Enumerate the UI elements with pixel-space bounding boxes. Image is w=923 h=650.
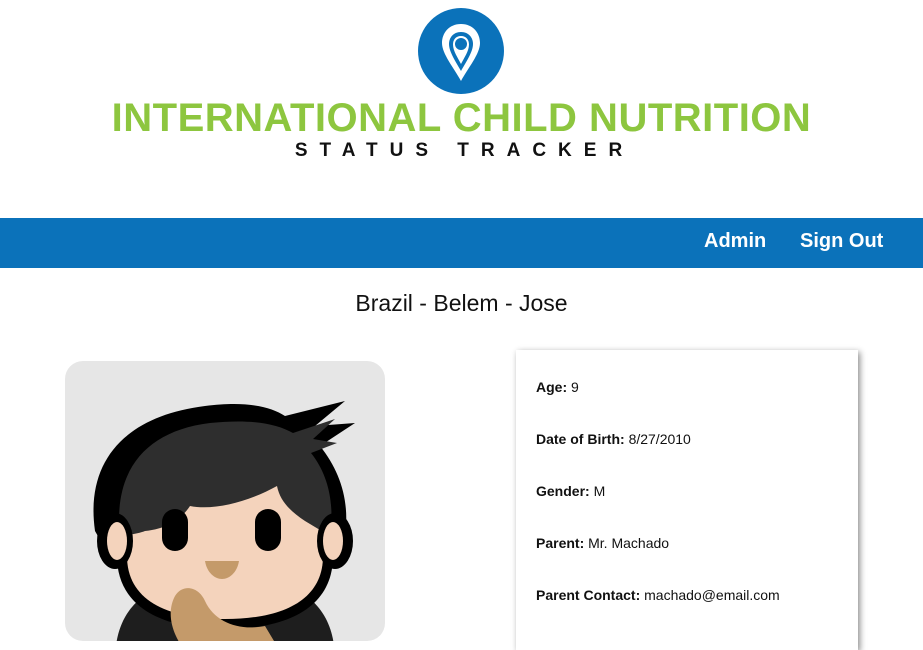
top-navbar: Admin Sign Out (0, 218, 923, 268)
child-info-card: Age: 9 Date of Birth: 8/27/2010 Gender: … (516, 350, 858, 650)
gender-label: Gender: (536, 483, 590, 499)
age-label: Age: (536, 379, 568, 395)
parent-label: Parent: (536, 535, 585, 551)
location-pin-logo-icon (418, 8, 504, 94)
page-title: Brazil - Belem - Jose (355, 290, 568, 316)
age-value: 9 (571, 379, 579, 395)
site-header: INTERNATIONAL CHILD NUTRITION STATUS TRA… (0, 0, 923, 218)
nav-signout-link[interactable]: Sign Out (800, 230, 883, 253)
parent-contact-row: Parent Contact: machado@email.com (536, 587, 780, 603)
parent-contact-value[interactable]: machado@email.com (644, 587, 780, 603)
dob-row: Date of Birth: 8/27/2010 (536, 431, 691, 447)
gender-value: M (593, 483, 606, 499)
age-row: Age: 9 (536, 379, 579, 395)
logo-subtitle: STATUS TRACKER (294, 140, 635, 161)
nav-admin-link[interactable]: Admin (704, 230, 766, 253)
parent-contact-label: Parent Contact: (536, 587, 641, 603)
child-avatar-icon (93, 401, 356, 641)
logo-title: INTERNATIONAL CHILD NUTRITION (111, 96, 812, 140)
dob-value: 8/27/2010 (628, 431, 691, 447)
parent-value: Mr. Machado (588, 535, 670, 551)
gender-row: Gender: M (536, 483, 605, 499)
avatar-card (65, 361, 385, 641)
parent-row: Parent: Mr. Machado (536, 535, 669, 551)
dob-label: Date of Birth: (536, 431, 625, 447)
